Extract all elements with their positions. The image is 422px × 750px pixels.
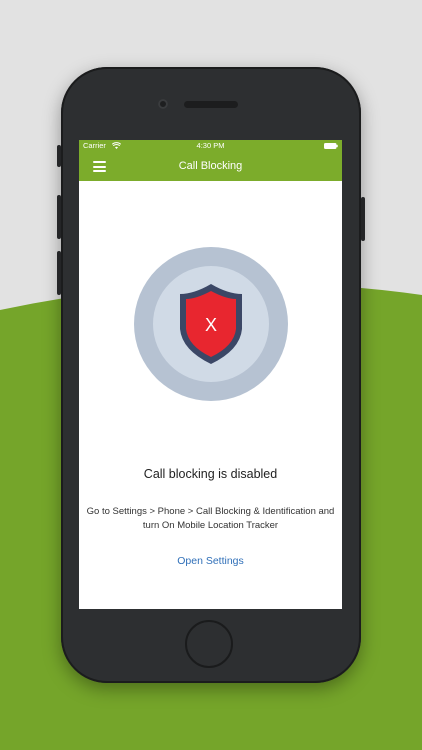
navigation-bar: Call Blocking	[79, 152, 342, 181]
silent-switch	[57, 145, 61, 167]
shield-status-graphic: X	[134, 247, 288, 401]
shield-x-mark: X	[205, 315, 217, 335]
volume-down-button	[57, 251, 61, 295]
page-title: Call Blocking	[178, 160, 243, 172]
power-button	[361, 197, 365, 241]
volume-up-button	[57, 195, 61, 239]
open-settings-link[interactable]: Open Settings	[79, 555, 342, 567]
app-screen: Carrier 4:30 PM Call Blocking X Call blo…	[79, 140, 342, 609]
status-headline: Call blocking is disabled	[143, 467, 278, 481]
status-time: 4:30 PM	[196, 141, 225, 150]
earpiece-speaker	[184, 101, 238, 108]
instructions-text: Go to Settings > Phone > Call Blocking &…	[86, 506, 335, 531]
front-camera	[158, 99, 168, 109]
status-bar: Carrier 4:30 PM	[79, 140, 342, 152]
battery-icon	[324, 143, 338, 149]
home-button[interactable]	[185, 620, 233, 668]
app-store-screenshot: Carrier 4:30 PM Call Blocking X Call blo…	[0, 0, 422, 750]
phone-frame: Carrier 4:30 PM Call Blocking X Call blo…	[57, 67, 365, 683]
